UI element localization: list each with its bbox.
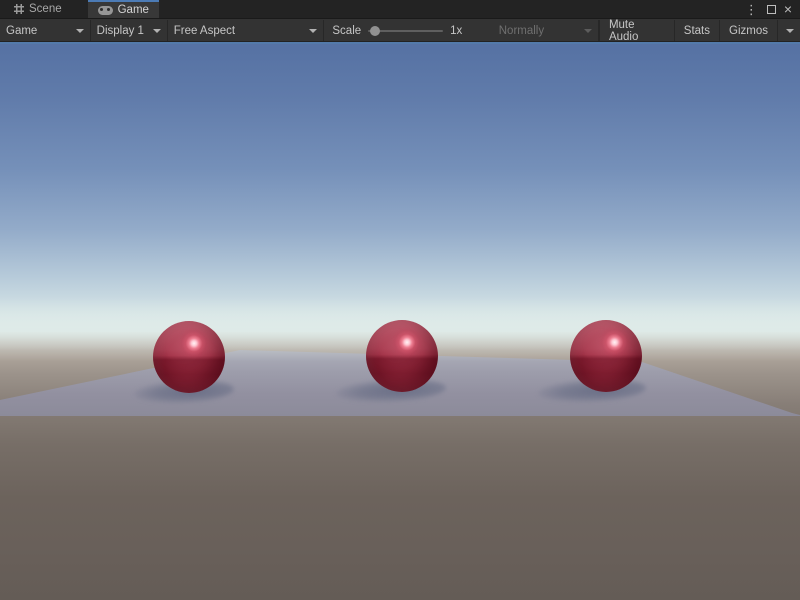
play-focus-dropdown-label: Normally bbox=[499, 25, 544, 37]
red-sphere-3 bbox=[570, 320, 642, 392]
scale-slider-handle[interactable] bbox=[370, 26, 380, 36]
chevron-down-icon bbox=[153, 29, 161, 33]
game-mode-dropdown[interactable]: Game bbox=[0, 20, 91, 41]
aspect-ratio-dropdown[interactable]: Free Aspect bbox=[168, 20, 325, 41]
play-focus-dropdown: Normally bbox=[492, 20, 599, 41]
stats-button[interactable]: Stats bbox=[674, 20, 719, 41]
red-sphere-2 bbox=[366, 320, 438, 392]
tab-scene-label: Scene bbox=[29, 3, 62, 15]
mute-audio-button[interactable]: Mute Audio bbox=[599, 20, 674, 41]
grid-icon bbox=[14, 4, 24, 14]
gizmos-button[interactable]: Gizmos bbox=[719, 20, 777, 41]
game-view-toolbar: Game Display 1 Free Aspect Scale 1x Norm… bbox=[0, 20, 800, 42]
tab-scene[interactable]: Scene bbox=[4, 0, 72, 18]
tab-game[interactable]: Game bbox=[88, 0, 159, 18]
chevron-down-icon bbox=[786, 29, 794, 33]
viewport-top-accent bbox=[0, 42, 800, 44]
chevron-down-icon bbox=[76, 29, 84, 33]
maximize-icon[interactable] bbox=[767, 5, 776, 14]
display-dropdown[interactable]: Display 1 bbox=[91, 20, 168, 41]
unity-game-view-window: Scene Game ⋮ × Game Display 1 Free Aspec… bbox=[0, 0, 800, 600]
display-dropdown-label: Display 1 bbox=[97, 25, 144, 37]
game-mode-dropdown-label: Game bbox=[6, 25, 37, 37]
scale-slider[interactable] bbox=[368, 30, 443, 32]
game-render-viewport[interactable] bbox=[0, 42, 800, 600]
window-menu-icon[interactable]: ⋮ bbox=[742, 3, 761, 16]
aspect-ratio-dropdown-label: Free Aspect bbox=[174, 25, 235, 37]
window-controls: ⋮ × bbox=[742, 0, 800, 18]
scale-value: 1x bbox=[450, 25, 462, 37]
gizmos-dropdown-button[interactable] bbox=[777, 20, 800, 41]
scale-control: Scale 1x bbox=[324, 20, 470, 41]
close-icon[interactable]: × bbox=[782, 2, 794, 16]
gamepad-icon bbox=[98, 6, 113, 15]
chevron-down-icon bbox=[309, 29, 317, 33]
red-sphere-1 bbox=[153, 321, 225, 393]
scale-label: Scale bbox=[332, 25, 361, 37]
tab-game-label: Game bbox=[118, 4, 149, 16]
tab-bar: Scene Game ⋮ × bbox=[0, 0, 800, 19]
chevron-down-icon bbox=[584, 29, 592, 33]
